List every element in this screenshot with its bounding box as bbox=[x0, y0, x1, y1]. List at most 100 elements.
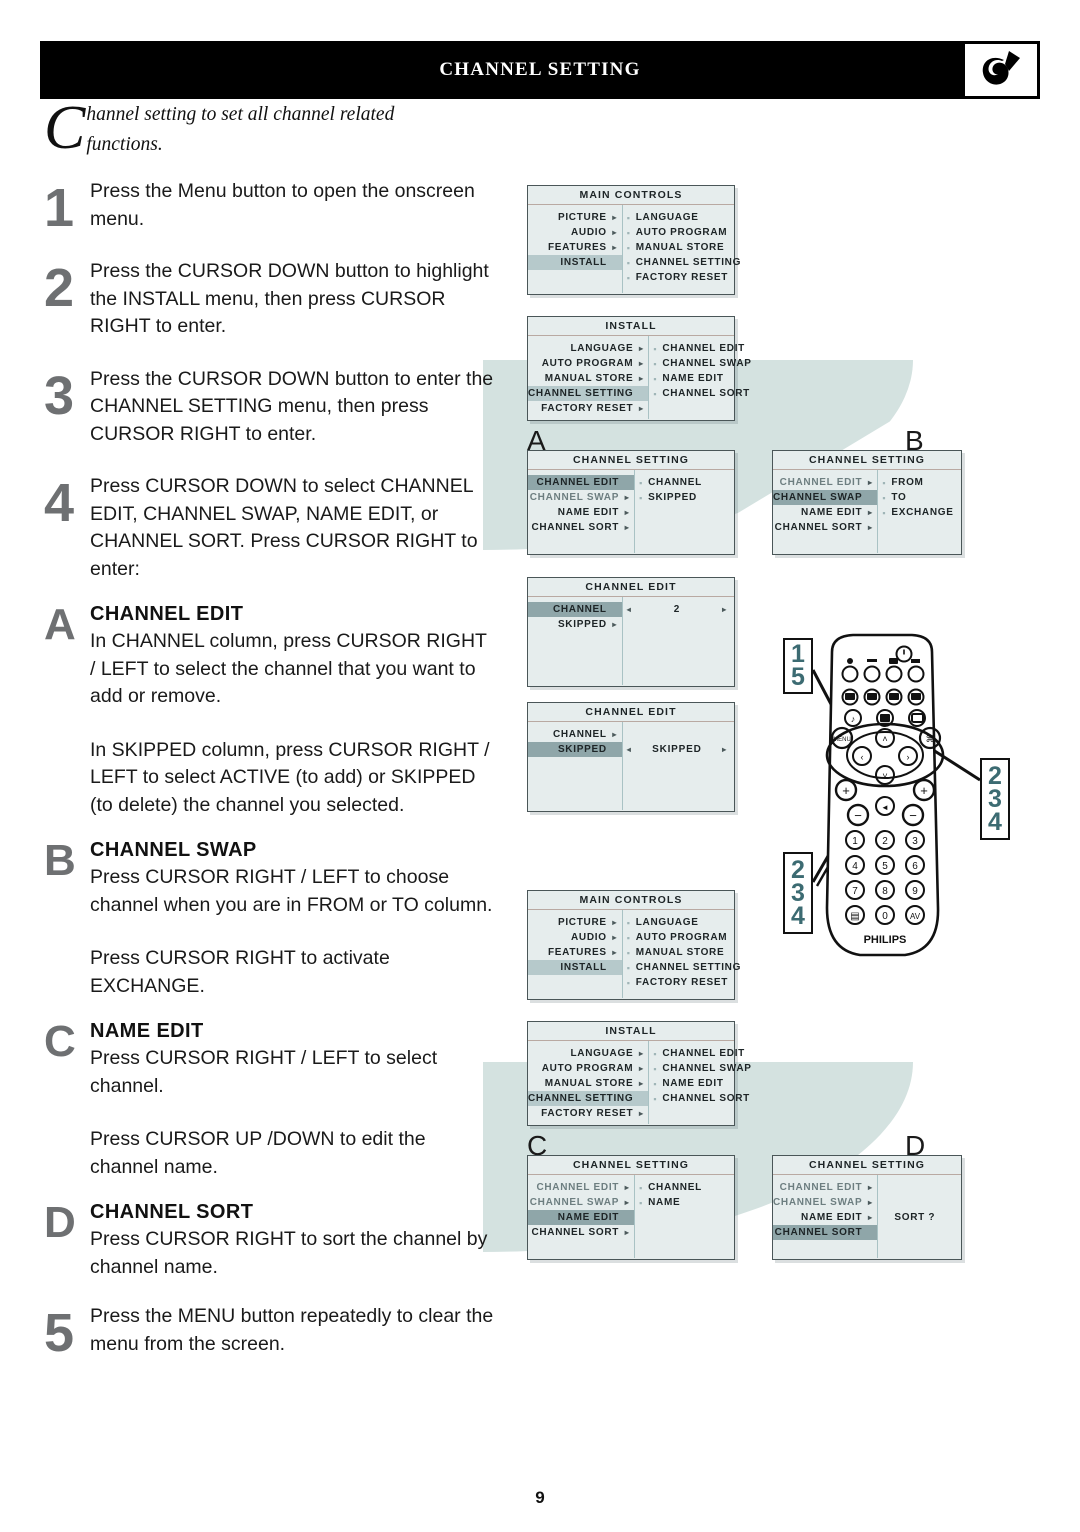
osd-row[interactable]: CHANNEL EDIT ▸ bbox=[773, 1180, 877, 1195]
bullet-icon: ▪ bbox=[626, 212, 631, 223]
osd-sub-item[interactable]: ▪ EXCHANGE bbox=[878, 505, 961, 520]
osd-sub-item[interactable]: ▪ SKIPPED bbox=[635, 490, 734, 505]
chevron-right-icon: ▸ bbox=[612, 948, 618, 957]
osd-sub-item[interactable]: ▪ CHANNEL SETTING bbox=[623, 255, 741, 270]
osd-sub-item[interactable]: ▪ CHANNEL SORT bbox=[649, 386, 751, 401]
osd-row[interactable]: CHANNEL SORT ▸ bbox=[773, 520, 877, 535]
osd-sub-item[interactable]: ▪ LANGUAGE bbox=[623, 210, 741, 225]
osd-row[interactable]: PICTURE ▸ bbox=[528, 210, 622, 225]
osd-sub-item[interactable]: ▪ CHANNEL SWAP bbox=[649, 356, 751, 371]
instructions-column: 1 Press the Menu button to open the onsc… bbox=[44, 176, 496, 1371]
osd-sub-item[interactable]: ▪ AUTO PROGRAM bbox=[623, 930, 741, 945]
osd-row[interactable]: CHANNEL SWAP ▸ bbox=[773, 1195, 877, 1210]
arrow-right-icon[interactable]: ▸ bbox=[722, 605, 727, 614]
osd-row[interactable]: PICTURE ▸ bbox=[528, 915, 622, 930]
osd-sub-item-label: CHANNEL SETTING bbox=[635, 962, 742, 973]
osd-row[interactable]: AUTO PROGRAM ▸ bbox=[528, 1061, 648, 1076]
osd-sub-item-label: CHANNEL EDIT bbox=[662, 343, 745, 354]
osd-row-label: CHANNEL SWAP bbox=[773, 492, 863, 503]
osd-sub-item-label: CHANNEL bbox=[648, 477, 702, 488]
osd-row-selected[interactable]: INSTALL bbox=[528, 960, 622, 975]
osd-sort-prompt-label: SORT ? bbox=[894, 1212, 936, 1223]
osd-row-selected[interactable]: CHANNEL SWAP bbox=[773, 490, 878, 505]
osd-row[interactable]: MANUAL STORE ▸ bbox=[528, 371, 648, 386]
osd-row[interactable]: FACTORY RESET ▸ bbox=[528, 401, 648, 416]
osd-value-stepper[interactable]: ◂ 2 ▸ bbox=[623, 602, 734, 617]
osd-sub-item[interactable]: ▪ MANUAL STORE bbox=[623, 945, 741, 960]
osd-sub-item[interactable]: ▪ CHANNEL SORT bbox=[649, 1091, 751, 1106]
osd-row-selected[interactable]: CHANNEL bbox=[528, 602, 622, 617]
osd-row[interactable]: CHANNEL SORT ▸ bbox=[528, 520, 634, 535]
osd-value-text: SKIPPED bbox=[652, 744, 702, 755]
osd-sub-item[interactable]: ▪ FACTORY RESET bbox=[623, 270, 741, 285]
osd-row[interactable]: CHANNEL EDIT ▸ bbox=[528, 1180, 634, 1195]
osd-row-label: NAME EDIT bbox=[557, 507, 620, 518]
osd-sub-item[interactable]: ▪ LANGUAGE bbox=[623, 915, 741, 930]
osd-row-selected[interactable]: CHANNEL EDIT bbox=[528, 475, 635, 490]
osd-sub-item[interactable]: ▪ CHANNEL SETTING bbox=[623, 960, 741, 975]
osd-row[interactable]: NAME EDIT ▸ bbox=[528, 505, 634, 520]
osd-row-label: CHANNEL SETTING bbox=[528, 1093, 634, 1104]
osd-sub-item-label: TO bbox=[891, 492, 907, 503]
osd-title: CHANNEL SETTING bbox=[773, 451, 961, 470]
bullet-icon: ▪ bbox=[653, 343, 658, 354]
osd-title: INSTALL bbox=[528, 317, 734, 336]
osd-sub-item-label: LANGUAGE bbox=[635, 212, 699, 223]
osd-row[interactable]: NAME EDIT ▸ bbox=[773, 505, 877, 520]
osd-value-stepper[interactable]: ◂ SKIPPED ▸ bbox=[623, 742, 734, 757]
osd-sub-item[interactable]: ▪ NAME EDIT bbox=[649, 1076, 751, 1091]
osd-row[interactable]: CHANNEL SWAP ▸ bbox=[528, 490, 634, 505]
osd-sub-item[interactable]: ▪ MANUAL STORE bbox=[623, 240, 741, 255]
osd-row-selected[interactable]: NAME EDIT bbox=[528, 1210, 635, 1225]
osd-left-column: CHANNEL EDIT CHANNEL SWAP ▸ NAME EDIT ▸ CH… bbox=[528, 470, 636, 553]
osd-row-selected[interactable]: CHANNEL SORT bbox=[773, 1225, 878, 1240]
osd-row[interactable]: CHANNEL ▸ bbox=[528, 727, 622, 742]
osd-sub-item[interactable]: ▪ TO bbox=[878, 490, 961, 505]
osd-sub-item[interactable]: ▪ CHANNEL EDIT bbox=[649, 1046, 751, 1061]
osd-row[interactable]: LANGUAGE ▸ bbox=[528, 341, 648, 356]
osd-row[interactable]: AUDIO ▸ bbox=[528, 930, 622, 945]
osd-sub-item[interactable]: ▪ FROM bbox=[878, 475, 961, 490]
osd-sub-item[interactable]: ▪ CHANNEL bbox=[635, 475, 734, 490]
osd-row-label: LANGUAGE bbox=[570, 1048, 634, 1059]
osd-row[interactable]: AUTO PROGRAM ▸ bbox=[528, 356, 648, 371]
osd-sub-item[interactable]: ▪ CHANNEL EDIT bbox=[649, 341, 751, 356]
osd-row[interactable]: MANUAL STORE ▸ bbox=[528, 1076, 648, 1091]
osd-sub-item[interactable]: ▪ CHANNEL SWAP bbox=[649, 1061, 751, 1076]
osd-sub-item[interactable]: ▪ NAME EDIT bbox=[649, 371, 751, 386]
callout-cursor-right: 2 3 4 bbox=[980, 758, 1010, 840]
svg-text:−: − bbox=[909, 808, 917, 823]
osd-row[interactable]: LANGUAGE ▸ bbox=[528, 1046, 648, 1061]
bullet-icon: ▪ bbox=[882, 492, 887, 503]
osd-row-selected[interactable]: SKIPPED bbox=[528, 742, 622, 757]
step-1-number: 1 bbox=[44, 178, 75, 238]
osd-row[interactable]: FEATURES ▸ bbox=[528, 945, 622, 960]
osd-left-column: CHANNEL EDIT ▸ CHANNEL SWAP ▸ NAME EDIT CH… bbox=[528, 1175, 636, 1258]
section-a-text-1: In CHANNEL column, press CURSOR RIGHT / … bbox=[90, 630, 487, 707]
osd-row[interactable]: AUDIO ▸ bbox=[528, 225, 622, 240]
osd-row[interactable]: NAME EDIT ▸ bbox=[773, 1210, 877, 1225]
osd-sub-item[interactable]: ▪ NAME bbox=[635, 1195, 734, 1210]
osd-row[interactable]: SKIPPED ▸ bbox=[528, 617, 622, 632]
osd-row[interactable]: CHANNEL EDIT ▸ bbox=[773, 475, 877, 490]
osd-sub-item[interactable]: ▪ CHANNEL bbox=[635, 1180, 734, 1195]
osd-row[interactable]: CHANNEL SWAP ▸ bbox=[528, 1195, 634, 1210]
osd-row[interactable]: CHANNEL SORT ▸ bbox=[528, 1225, 634, 1240]
osd-sort-prompt[interactable]: SORT ? bbox=[878, 1210, 961, 1225]
chevron-right-icon: ▸ bbox=[612, 933, 618, 942]
osd-row[interactable]: FACTORY RESET ▸ bbox=[528, 1106, 648, 1121]
osd-sub-item-label: CHANNEL SORT bbox=[662, 388, 750, 399]
osd-row-selected[interactable]: CHANNEL SETTING bbox=[528, 386, 649, 401]
osd-sub-item[interactable]: ▪ FACTORY RESET bbox=[623, 975, 741, 990]
chevron-right-icon: ▸ bbox=[612, 918, 618, 927]
osd-row-selected[interactable]: CHANNEL SETTING bbox=[528, 1091, 649, 1106]
osd-right-column: ▪ LANGUAGE ▪ AUTO PROGRAM ▪ MANUAL STORE ▪ C… bbox=[623, 910, 741, 998]
arrow-right-icon[interactable]: ▸ bbox=[722, 745, 727, 754]
step-4-text: Press CURSOR DOWN to select CHANNEL EDIT… bbox=[90, 475, 478, 580]
callout-digit: 4 bbox=[988, 807, 1002, 836]
chevron-right-icon: ▸ bbox=[867, 1213, 873, 1222]
osd-row[interactable]: FEATURES ▸ bbox=[528, 240, 622, 255]
osd-row-selected[interactable]: INSTALL bbox=[528, 255, 622, 270]
osd-sub-item[interactable]: ▪ AUTO PROGRAM bbox=[623, 225, 741, 240]
osd-row-label: AUDIO bbox=[571, 227, 607, 238]
